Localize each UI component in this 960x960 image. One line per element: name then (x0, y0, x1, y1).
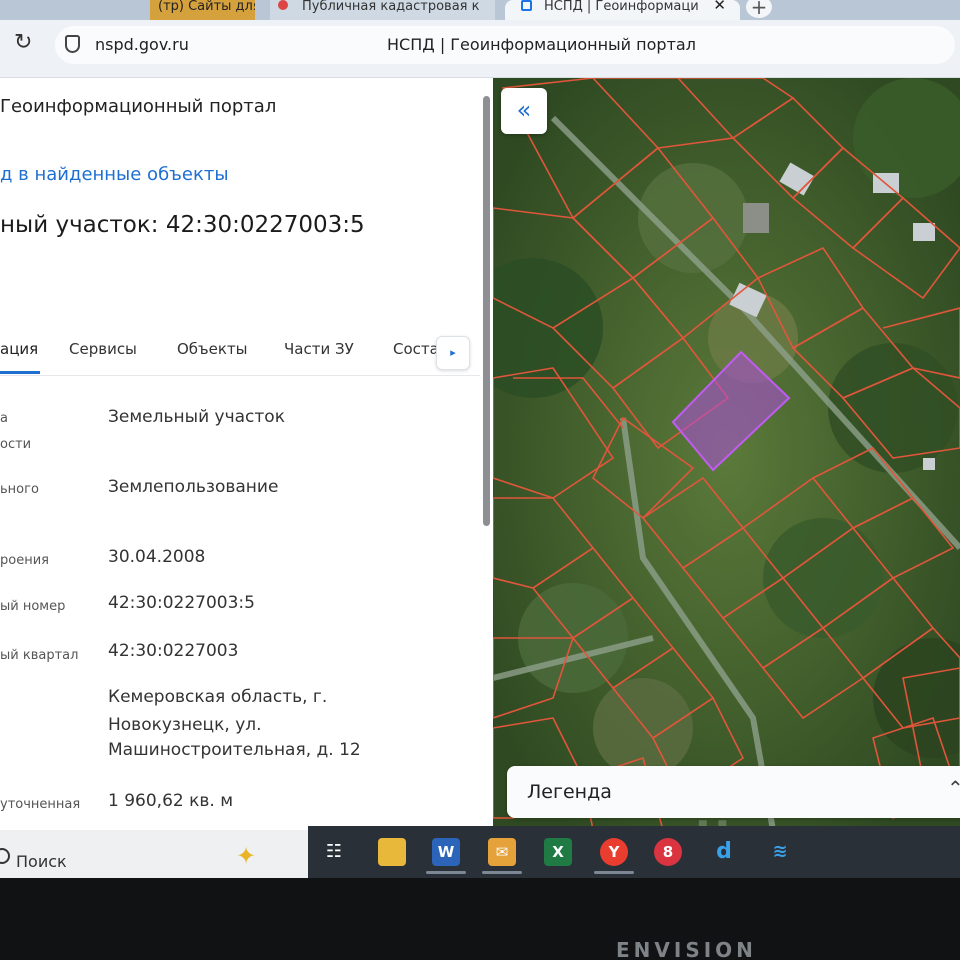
field-label: а (0, 411, 8, 426)
site-favicon-icon (278, 0, 288, 10)
tab-services[interactable]: Сервисы (69, 340, 137, 358)
app-d-icon[interactable]: d (710, 838, 738, 866)
field-label: ый квартал (0, 648, 79, 663)
map-canvas[interactable] (493, 78, 960, 830)
active-app-indicator (426, 871, 466, 874)
search-icon[interactable] (0, 848, 10, 864)
info-tabs: ация Сервисы Объекты Части ЗУ Соста ▸ (0, 336, 480, 376)
field-value-address-line: Кемеровская область, г. (108, 687, 328, 707)
task-view-icon[interactable]: ☷ (320, 838, 348, 866)
field-label: ьного (0, 482, 39, 497)
excel-icon[interactable]: X (544, 838, 572, 866)
browser-tab-active[interactable]: НСПД | Геоинформаци ✕ (505, 0, 740, 20)
field-value-cadastral-quarter[interactable]: 42:30:0227003 (108, 638, 238, 665)
file-explorer-icon[interactable] (378, 838, 406, 866)
shield-icon[interactable] (65, 35, 80, 53)
url-field[interactable]: nspd.gov.ru НСПД | Геоинформационный пор… (55, 26, 955, 64)
monitor-bezel (0, 878, 960, 960)
field-label: ости (0, 437, 32, 452)
app-8-icon[interactable]: 8 (654, 838, 682, 866)
active-tab-indicator (0, 371, 40, 374)
sparkle-icon[interactable]: ✦ (236, 842, 256, 870)
panel-scrollbar-thumb[interactable] (483, 96, 490, 526)
taskbar-search-area: Поиск ✦ (0, 830, 308, 882)
field-value-date: 30.04.2008 (108, 547, 206, 567)
field-value-area: 1 960,62 кв. м (108, 791, 234, 811)
tab-parts[interactable]: Части ЗУ (284, 340, 354, 358)
field-value-type: Земельный участок (108, 407, 285, 427)
new-tab-button[interactable]: + (746, 0, 772, 18)
chevron-icon[interactable]: ⌃ (947, 776, 960, 800)
yandex-browser-icon[interactable]: Y (600, 838, 628, 866)
url-text[interactable]: nspd.gov.ru (95, 35, 189, 54)
browser-tab-2[interactable]: Публичная кадастровая к (270, 0, 495, 20)
page-favicon-icon (521, 0, 532, 11)
object-heading: ный участок: 42:30:0227003:5 (0, 212, 365, 238)
legend-label: Легенда (527, 781, 612, 803)
word-icon[interactable]: W (432, 838, 460, 866)
address-bar: ↻ nspd.gov.ru НСПД | Геоинформационный п… (0, 20, 960, 78)
screen: (тр) Сайты для поиска и продажи Публична… (0, 0, 960, 960)
close-tab-icon[interactable]: ✕ (713, 0, 726, 13)
browser-tab-bar: (тр) Сайты для поиска и продажи Публична… (0, 0, 960, 20)
panel-scrollbar[interactable] (480, 96, 490, 830)
monitor-brand-logo: ENVISION (616, 938, 757, 960)
tab-objects[interactable]: Объекты (177, 340, 248, 358)
object-info-panel: Геоинформационный портал д в найденные о… (0, 78, 495, 830)
tab-composition[interactable]: Соста (393, 340, 439, 358)
browser-tab-1[interactable]: (тр) Сайты для поиска и продажи (150, 0, 255, 20)
field-value-address-line: Новокузнецк, ул. (108, 715, 262, 735)
reload-icon[interactable]: ↻ (14, 30, 32, 55)
active-app-indicator (594, 871, 634, 874)
field-label: ый номер (0, 599, 66, 614)
back-to-results-link[interactable]: д в найденные объекты (0, 164, 229, 185)
page-title: НСПД | Геоинформационный портал (387, 35, 696, 54)
field-label: роения (0, 553, 49, 568)
active-app-indicator (482, 871, 522, 874)
app-stripes-icon[interactable]: ≋ (766, 838, 794, 866)
portal-title: Геоинформационный портал (0, 96, 277, 117)
tab-information[interactable]: ация (0, 340, 38, 358)
taskbar: ☷ W ✉ X Y 8 d ≋ (308, 826, 960, 878)
collapse-panel-button[interactable]: « (501, 88, 547, 134)
taskbar-search[interactable]: Поиск (16, 852, 67, 871)
field-value-cadastral-number[interactable]: 42:30:0227003:5 (108, 590, 255, 617)
field-value-kind: Землепользование (108, 477, 279, 497)
field-label: уточненная (0, 797, 81, 812)
tabs-scroll-right-button[interactable]: ▸ (436, 336, 470, 370)
field-value-address-line: Машиностроительная, д. 12 (108, 740, 361, 760)
satellite-map[interactable] (493, 78, 960, 830)
legend-panel[interactable]: Легенда ⌃ (507, 766, 960, 818)
mail-icon[interactable]: ✉ (488, 838, 516, 866)
